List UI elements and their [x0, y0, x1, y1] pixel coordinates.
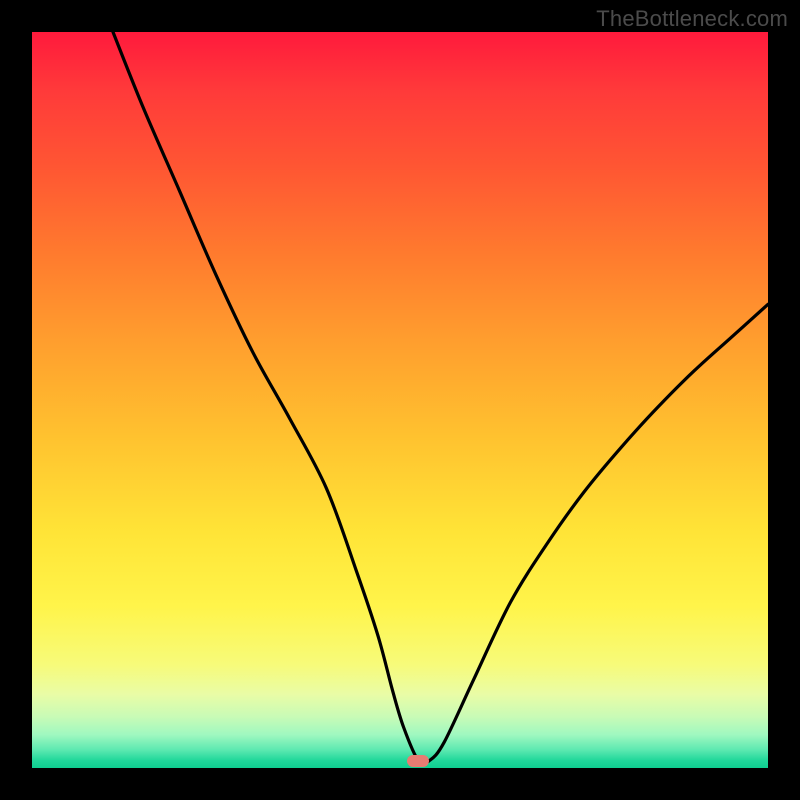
chart-frame: TheBottleneck.com [0, 0, 800, 800]
curve-layer [32, 32, 768, 768]
bottleneck-curve [113, 32, 768, 764]
optimum-marker [407, 755, 429, 767]
watermark-text: TheBottleneck.com [596, 6, 788, 32]
plot-area [32, 32, 768, 768]
